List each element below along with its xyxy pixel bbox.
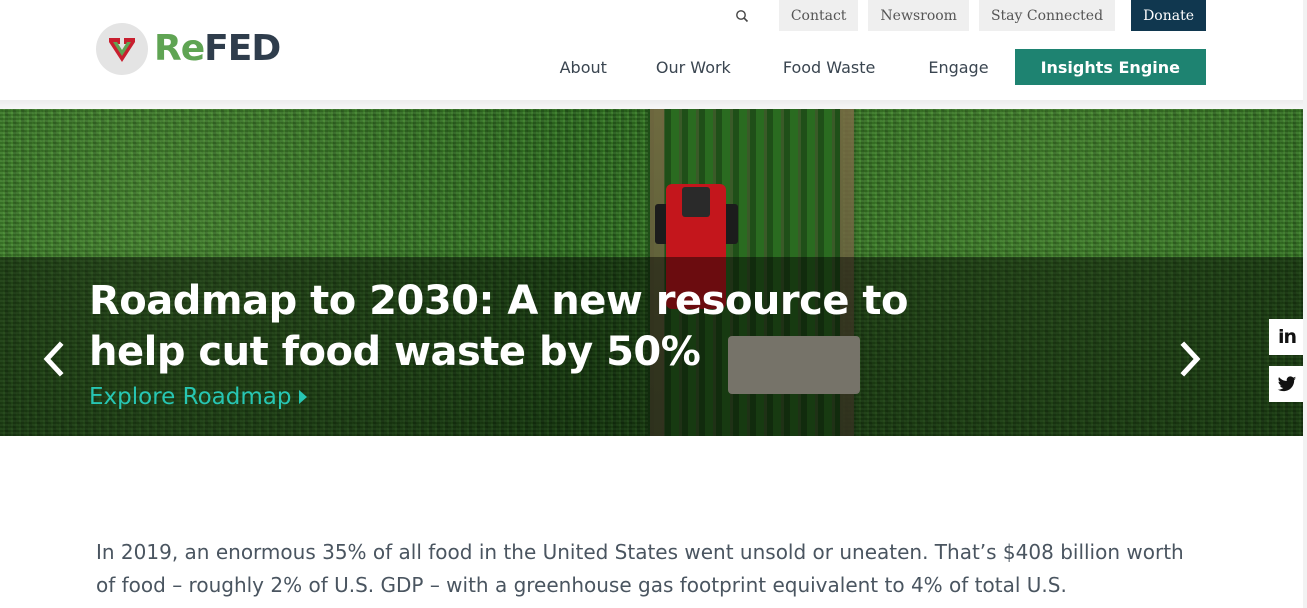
chevron-right-icon[interactable]: [1171, 337, 1211, 381]
twitter-icon[interactable]: [1269, 366, 1305, 402]
refed-logo[interactable]: ReFED: [96, 22, 281, 76]
header-divider: [0, 100, 1307, 109]
chevron-left-icon[interactable]: [33, 337, 73, 381]
utility-nav: Contact Newsroom Stay Connected Donate: [727, 0, 1206, 31]
intro-paragraph: In 2019, an enormous 35% of all food in …: [96, 540, 1184, 597]
page-scrollbar[interactable]: [1303, 0, 1307, 608]
insights-engine-button[interactable]: Insights Engine: [1014, 49, 1206, 85]
site-header: ReFED Contact Newsroom Stay Connected Do…: [0, 0, 1307, 100]
donate-button[interactable]: Donate: [1131, 0, 1206, 31]
nav-food-waste[interactable]: Food Waste: [783, 58, 876, 77]
explore-roadmap-label: Explore Roadmap: [89, 384, 292, 410]
logo-re: Re: [154, 28, 205, 69]
logo-mark-icon: [96, 23, 148, 75]
nav-about[interactable]: About: [560, 58, 607, 77]
hero-carousel: Roadmap to 2030: A new resource to help …: [0, 109, 1307, 436]
tractor-cab: [682, 187, 710, 217]
hero-title: Roadmap to 2030: A new resource to help …: [89, 278, 909, 375]
search-icon[interactable]: [727, 0, 757, 31]
linkedin-label: in: [1277, 326, 1297, 348]
nav-our-work[interactable]: Our Work: [656, 58, 731, 77]
explore-roadmap-link[interactable]: Explore Roadmap: [89, 384, 308, 410]
nav-engage[interactable]: Engage: [928, 58, 988, 77]
logo-wordmark: ReFED: [154, 28, 281, 69]
main-nav: About Our Work Food Waste Engage Insight…: [560, 49, 1206, 85]
logo-fed: FED: [204, 28, 281, 69]
linkedin-icon[interactable]: in: [1269, 319, 1305, 355]
stay-connected-link[interactable]: Stay Connected: [978, 0, 1116, 31]
contact-link[interactable]: Contact: [778, 0, 859, 31]
caret-right-icon: [299, 390, 308, 404]
newsroom-link[interactable]: Newsroom: [868, 0, 969, 31]
